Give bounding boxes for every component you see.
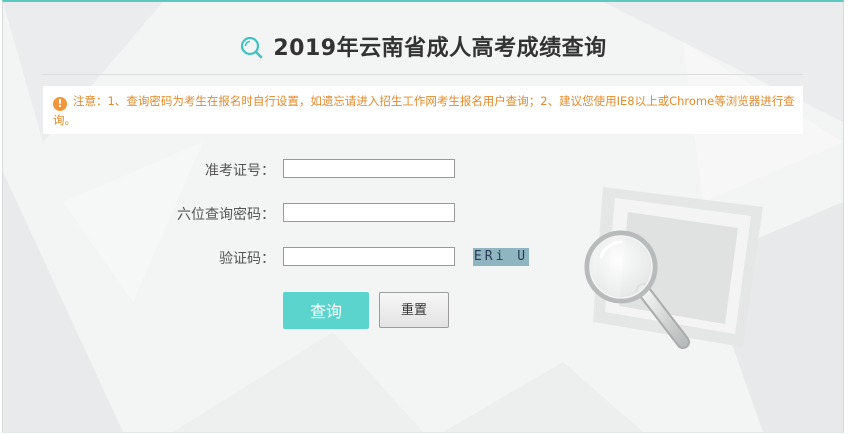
query-button[interactable]: 查询 (283, 292, 369, 329)
magnifying-glass-illustration (584, 230, 690, 349)
notice-box: ! 注意：1、查询密码为考生在报名时自行设置，如遗忘请进入招生工作网考生报名用户查… (43, 86, 803, 134)
page-header: 2019年云南省成人高考成绩查询 (43, 22, 803, 70)
captcha-input[interactable] (283, 247, 455, 266)
captcha-image[interactable]: ERi U (473, 248, 529, 266)
page-title: 2019年云南省成人高考成绩查询 (273, 36, 607, 61)
password-label: 六位查询密码： (177, 207, 275, 223)
captcha-label: 验证码： (219, 251, 275, 267)
warning-icon: ! (53, 97, 67, 111)
exam-number-label: 准考证号： (205, 163, 275, 179)
query-panel: 2019年云南省成人高考成绩查询 ! 注意：1、查询密码为考生在报名时自行设置，如… (2, 0, 844, 433)
exam-number-row: 准考证号： (3, 159, 843, 179)
password-row: 六位查询密码： (3, 203, 843, 223)
captcha-row: 验证码： ERi U (3, 247, 843, 267)
magnifier-icon (241, 36, 263, 59)
exam-number-input[interactable] (283, 159, 455, 178)
password-input[interactable] (283, 203, 455, 222)
header-divider (43, 74, 803, 75)
reset-button[interactable]: 重置 (379, 292, 449, 328)
notice-text: 注意：1、查询密码为考生在报名时自行设置，如遗忘请进入招生工作网考生报名用户查询… (53, 94, 795, 127)
